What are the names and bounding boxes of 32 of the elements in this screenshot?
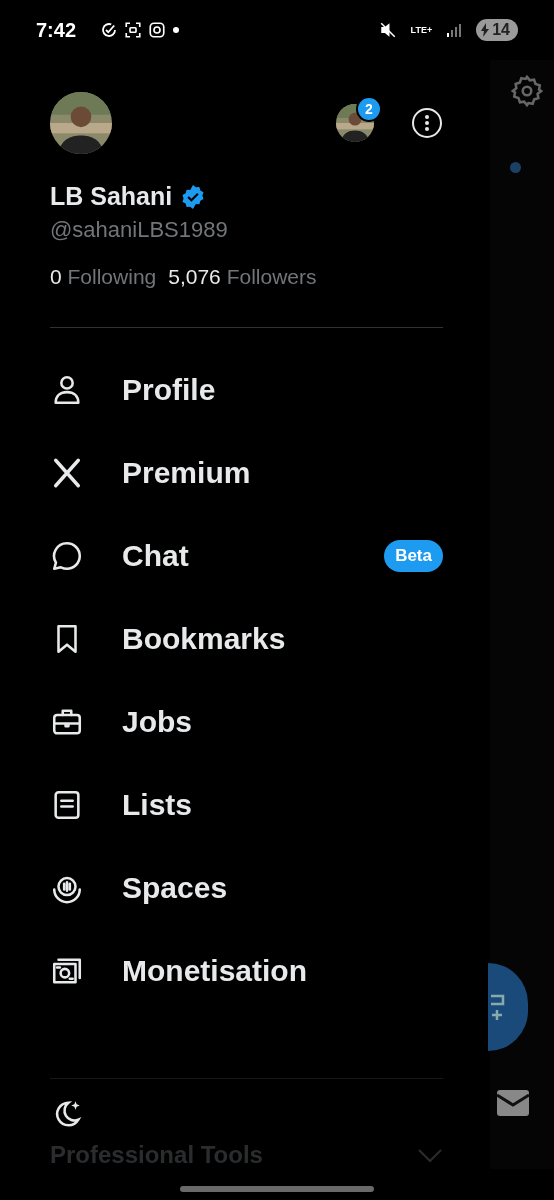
following-label[interactable]: Following: [67, 265, 157, 288]
menu-item[interactable]: Bookmarks: [50, 597, 443, 680]
clock: 7:42: [36, 18, 77, 42]
followers-count[interactable]: 5,076: [168, 265, 221, 288]
beta-tag: Beta: [384, 539, 443, 572]
following-count[interactable]: 0: [50, 265, 62, 288]
chevron-icon: [417, 1147, 443, 1163]
unread-dot: [510, 162, 521, 173]
ellipsis-icon: [424, 114, 430, 132]
battery-indicator: 14: [476, 19, 518, 41]
mute-icon: [378, 21, 397, 39]
network-label: LTE+: [410, 25, 433, 35]
account-handle: @sahaniLBS1989: [50, 217, 229, 243]
plus-icon: [490, 992, 506, 1022]
dot-icon: [172, 26, 181, 34]
menu-item[interactable]: Chat Beta: [50, 514, 443, 597]
account-name: LB Sahani: [50, 182, 173, 211]
check-circle-icon: [100, 21, 119, 39]
menu-item[interactable]: Monetisation: [50, 929, 443, 1012]
menu-item[interactable]: Jobs: [50, 680, 443, 763]
mail-icon[interactable]: [496, 1089, 530, 1117]
camera-icon: [148, 21, 167, 39]
settings-icon[interactable]: [510, 74, 544, 108]
screenshot-icon: [124, 21, 143, 39]
more-options-button[interactable]: [412, 108, 442, 138]
menu-item[interactable]: Spaces: [50, 846, 443, 929]
followers-label[interactable]: Followers: [226, 265, 317, 288]
menu-item[interactable]: Lists: [50, 763, 443, 846]
notification-badge: 2: [356, 96, 382, 122]
menu-item[interactable]: Profile: [50, 348, 443, 431]
menu-item[interactable]: Premium: [50, 431, 443, 514]
signal-icon: [446, 22, 463, 38]
